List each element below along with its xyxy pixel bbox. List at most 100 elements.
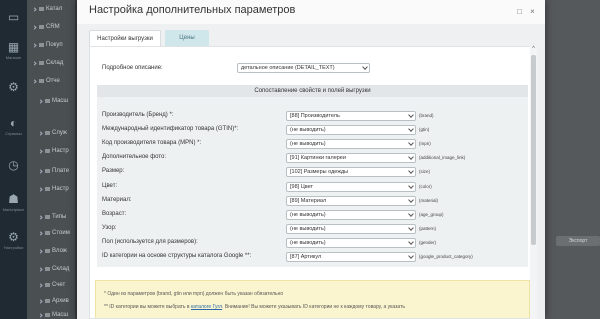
admin-tree-label: Влож bbox=[52, 248, 67, 254]
admin-sidebar-label: Marketplace bbox=[2, 206, 25, 212]
admin-tree-label: Склад bbox=[52, 266, 70, 272]
tab-prices[interactable]: Цены bbox=[165, 30, 209, 46]
close-icon[interactable]: × bbox=[528, 7, 537, 16]
admin-tree-item[interactable]: Служ bbox=[38, 128, 67, 138]
chevron-right-icon bbox=[38, 266, 43, 272]
mapping-row-select[interactable]: (не выводить) bbox=[286, 224, 416, 234]
mapping-row-value: [87] Артикул bbox=[290, 254, 322, 260]
dialog-content: Подробное описание: детальное описание (… bbox=[89, 46, 534, 319]
admin-tree-item[interactable]: Плате bbox=[38, 166, 69, 176]
folder-icon bbox=[39, 43, 44, 47]
scroll-thumb[interactable] bbox=[531, 55, 536, 245]
admin-tree-item[interactable]: Стоим bbox=[38, 228, 70, 238]
mapping-row-select[interactable]: [98] Цвет bbox=[286, 182, 416, 192]
admin-tree-item[interactable]: Типы bbox=[38, 212, 67, 222]
mapping-row-label: ID категории на основе структуры каталог… bbox=[102, 253, 252, 259]
chevron-right-icon bbox=[38, 312, 43, 318]
chevron-right-icon bbox=[38, 248, 43, 254]
tab-export-settings[interactable]: Настройки выгрузки bbox=[89, 30, 161, 46]
mapping-row-value: [98] Цвет bbox=[290, 184, 314, 190]
maximize-icon[interactable]: □ bbox=[515, 7, 524, 16]
admin-sidebar-item[interactable]: ▦ Магазин bbox=[0, 32, 27, 68]
mapping-row-field-hint: (pattern) bbox=[419, 226, 437, 231]
chevron-down-icon bbox=[362, 64, 368, 70]
mapping-row-value: [102] Размеры одежды bbox=[290, 169, 349, 175]
admin-tree-label: Склад bbox=[46, 60, 64, 66]
chevron-right-icon bbox=[38, 148, 43, 154]
google-catalog-link[interactable]: каталоге Гугл bbox=[191, 304, 222, 310]
admin-tree-item[interactable]: Архив bbox=[38, 296, 69, 306]
admin-tree-label: Катал bbox=[46, 6, 63, 12]
mapping-row-field-hint: (mpn) bbox=[419, 141, 431, 146]
admin-tree-item[interactable]: Настр bbox=[38, 184, 69, 194]
folder-icon bbox=[45, 313, 50, 317]
admin-tree-label: Типы bbox=[52, 214, 67, 220]
admin-tree-item[interactable]: Настр bbox=[38, 146, 69, 156]
admin-tree-label: Масш bbox=[52, 98, 69, 104]
folder-icon bbox=[45, 283, 50, 287]
mapping-row-label: Пол (используется для размеров): bbox=[102, 239, 198, 245]
admin-tree-item[interactable]: Масш bbox=[38, 310, 69, 319]
admin-tree-item[interactable]: Отче bbox=[32, 76, 60, 86]
folder-icon bbox=[45, 149, 50, 153]
admin-tree-item[interactable]: Склад bbox=[32, 58, 64, 68]
admin-sidebar-item[interactable]: ◷ bbox=[0, 148, 27, 184]
mapping-row-field-hint: (color) bbox=[419, 184, 432, 189]
admin-sidebar-item[interactable]: ▭ bbox=[0, 0, 27, 36]
chevron-right-icon bbox=[32, 24, 37, 30]
admin-tree-item[interactable]: Покуп bbox=[32, 40, 63, 50]
mapping-row-select[interactable]: (не выводить) bbox=[286, 238, 416, 248]
detail-description-label: Подробное описание: bbox=[102, 65, 163, 71]
mapping-row-value: [89] Материал bbox=[290, 198, 327, 204]
mapping-row-select[interactable]: [88] Производитель bbox=[286, 111, 416, 121]
admin-sidebar-item[interactable]: ⚙ Настройки bbox=[0, 222, 27, 258]
admin-tree-label: Масш bbox=[52, 312, 69, 318]
mapping-row-field-hint: (gender) bbox=[419, 240, 437, 245]
admin-sidebar-item[interactable]: ◐ Сервисы bbox=[0, 108, 27, 144]
mapping-section-header: Сопоставление свойств и полей выгрузки bbox=[97, 85, 528, 97]
admin-tree-item[interactable]: Влож bbox=[38, 246, 67, 256]
export-button[interactable]: Экспорт bbox=[556, 236, 600, 246]
folder-icon bbox=[39, 61, 44, 65]
admin-sidebar-item[interactable]: ⚙ bbox=[0, 70, 27, 106]
admin-tree-label: Стоим bbox=[52, 230, 70, 236]
chevron-down-icon bbox=[408, 183, 414, 189]
mapping-row-field-hint: (google_product_category) bbox=[419, 254, 473, 259]
gear-icon: ⚙ bbox=[8, 80, 19, 94]
admin-tree-item[interactable]: Склад bbox=[38, 264, 70, 274]
dialog-titlebar[interactable]: Настройка дополнительных параметров □ × bbox=[77, 0, 545, 24]
detail-description-select[interactable]: детальное описание (DETAIL_TEXT) bbox=[237, 63, 370, 73]
mapping-row-select[interactable]: (не выводить) bbox=[286, 125, 416, 135]
mapping-row-select[interactable]: [102] Размеры одежды bbox=[286, 167, 416, 177]
chevron-down-icon bbox=[408, 239, 414, 245]
folder-icon bbox=[39, 25, 44, 29]
mapping-row-label: Международный идентификатор товара (GTIN… bbox=[102, 126, 239, 132]
settings-dialog: Настройка дополнительных параметров □ × … bbox=[77, 0, 545, 319]
scroll-up-icon[interactable]: ^ bbox=[530, 46, 537, 53]
chevron-right-icon bbox=[38, 230, 43, 236]
mapping-row-value: [88] Производитель bbox=[290, 113, 340, 119]
admin-tree-item[interactable]: Катал bbox=[32, 4, 63, 14]
folder-icon bbox=[45, 267, 50, 271]
mapping-row-select[interactable]: (не выводить) bbox=[286, 139, 416, 149]
mapping-row-label: Размер: bbox=[102, 168, 125, 174]
mapping-row-value: (не выводить) bbox=[290, 141, 326, 147]
mapping-row-value: (не выводить) bbox=[290, 212, 326, 218]
mapping-row-value: [91] Картинки галереи bbox=[290, 155, 346, 161]
mapping-row-select[interactable]: [89] Материал bbox=[286, 196, 416, 206]
mapping-row-select[interactable]: [91] Картинки галереи bbox=[286, 153, 416, 163]
mapping-row-label: Дополнительное фото: bbox=[102, 154, 167, 160]
mapping-row-value: (не выводить) bbox=[290, 240, 326, 246]
admin-tree-item[interactable]: Счет bbox=[38, 280, 65, 290]
admin-tree-item[interactable]: CRM bbox=[32, 22, 60, 32]
content-scrollbar[interactable]: ^ bbox=[530, 46, 537, 319]
note-line-required: * Один из параметров (brand, gtin или mp… bbox=[104, 291, 284, 297]
chevron-right-icon bbox=[38, 130, 43, 136]
admin-sidebar-item[interactable]: ☗ Marketplace bbox=[0, 184, 27, 220]
mapping-row-select[interactable]: (не выводить) bbox=[286, 210, 416, 220]
folder-icon bbox=[45, 299, 50, 303]
mapping-row-field-hint: (material) bbox=[419, 198, 439, 203]
folder-icon bbox=[39, 7, 44, 11]
admin-tree-item[interactable]: Масш bbox=[38, 96, 69, 106]
mapping-row-select[interactable]: [87] Артикул bbox=[286, 252, 416, 262]
